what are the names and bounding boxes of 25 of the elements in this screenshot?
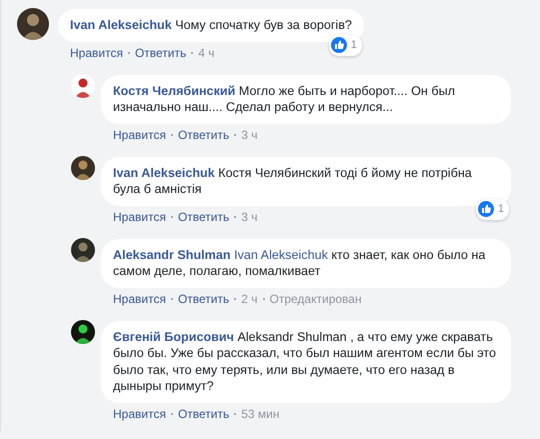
action-link[interactable]: Ответить [134, 46, 186, 60]
comment-text: Костя Челябинский Могло же быть и нарборот.... Он был изначально наш.... Сделал работу и вернулся... [113, 82, 456, 116]
edited-label: Отредактирован [270, 292, 362, 306]
reaction-count: 1 [498, 202, 504, 217]
comment-text: Євгеній Борисович Aleksandr Shulman , а что ему уже скравать было бы. Уже бы рассказал, что был нашим агентом если бы это было так, что ему терять, или вы думаете, что его назад в дыныры примут? [113, 328, 498, 394]
action-link[interactable]: Нравится [113, 292, 166, 306]
timestamp: 3 ч [241, 128, 258, 142]
comment-text: Ivan Alekseichuk Костя Челябинский тоді б йому не потрібна була б амністія [113, 164, 473, 198]
action-link[interactable]: Ответить [178, 292, 230, 306]
thumbs-up-icon [330, 37, 347, 54]
action-link[interactable]: Нравится [70, 46, 123, 60]
action-link[interactable]: Ответить [178, 210, 230, 224]
action-link[interactable]: Нравится [113, 210, 166, 224]
thumbs-up-icon [478, 201, 494, 218]
action-link[interactable]: Нравится [113, 128, 166, 142]
timestamp: 3 ч [241, 210, 258, 224]
timestamp: 53 мин [241, 406, 280, 420]
comment-text: Ivan Alekseichuk Чому спочатку був за ворогів? [70, 17, 352, 34]
action-link[interactable]: Нравится [113, 406, 166, 420]
comment-text: Aleksandr Shulman Ivan Alekseichuk кто знает, как оно было на самом деле, полагаю, помалкивает [113, 246, 486, 280]
timestamp: 2 ч [241, 292, 258, 306]
reaction-count: 1 [350, 38, 357, 53]
action-link[interactable]: Ответить [178, 406, 230, 420]
action-link[interactable]: Ответить [178, 128, 230, 142]
timestamp: 4 ч [198, 46, 215, 60]
